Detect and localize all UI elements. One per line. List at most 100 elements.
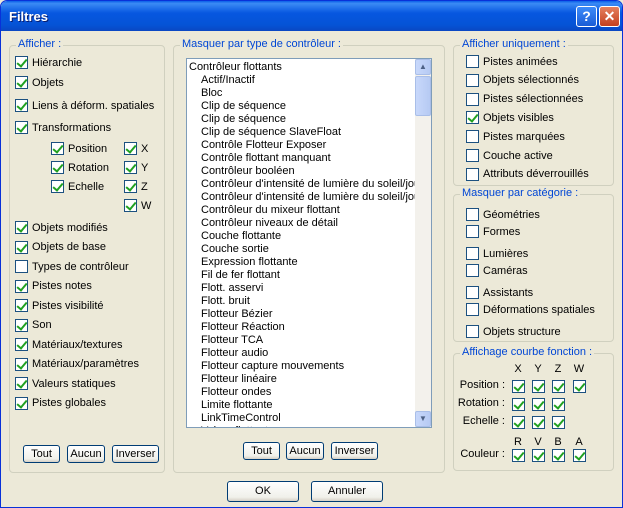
show-only-checkbox[interactable]: Pistes sélectionnées: [466, 92, 583, 107]
axis-checkbox[interactable]: Z: [124, 179, 148, 194]
afficher-checkbox[interactable]: Matériaux/paramètres: [15, 357, 139, 372]
checkbox-icon[interactable]: [466, 111, 479, 125]
controller-type-list[interactable]: Contrôleur flottants Actif/Inactif Bloc Cli…: [186, 58, 432, 428]
color-checkbox[interactable]: [552, 448, 565, 463]
checkbox-icon[interactable]: [532, 416, 545, 429]
checkbox-icon[interactable]: [532, 380, 545, 393]
curve-checkbox[interactable]: [532, 379, 545, 394]
list-item[interactable]: Clip de séquence: [201, 100, 286, 113]
list-item[interactable]: Flotteur TCA: [201, 334, 263, 347]
afficher-checkbox[interactable]: Liens à déform. spatiales: [15, 98, 154, 113]
list-item[interactable]: Contrôleur d'intensité de lumière du sol…: [201, 178, 415, 191]
checkbox-icon[interactable]: [51, 142, 64, 155]
checkbox-icon[interactable]: [512, 398, 525, 411]
checkbox-icon[interactable]: [466, 208, 479, 221]
curve-checkbox[interactable]: [512, 379, 525, 394]
checkbox-icon[interactable]: [124, 180, 137, 193]
checkbox-icon[interactable]: [15, 396, 28, 410]
cancel-button[interactable]: Annuler: [311, 481, 383, 502]
checkbox-icon[interactable]: [466, 325, 479, 338]
category-checkbox[interactable]: Objets structure: [466, 324, 561, 339]
list-item[interactable]: Flotteur ondes: [201, 386, 271, 399]
transform-checkbox[interactable]: Position: [51, 141, 107, 156]
afficher-checkbox[interactable]: Pistes globales: [15, 396, 106, 411]
list-item[interactable]: Fil de fer flottant: [201, 269, 280, 282]
curve-checkbox[interactable]: [512, 415, 525, 430]
show-only-checkbox[interactable]: Pistes marquées: [466, 129, 565, 144]
checkbox-icon[interactable]: [15, 121, 28, 134]
checkbox-icon[interactable]: [532, 398, 545, 411]
afficher-checkbox[interactable]: Types de contrôleur: [15, 259, 129, 274]
checkbox-icon[interactable]: [512, 416, 525, 429]
checkbox-icon[interactable]: [532, 449, 545, 462]
scroll-thumb[interactable]: [415, 76, 431, 116]
afficher-checkbox[interactable]: Valeurs statiques: [15, 376, 116, 391]
checkbox-icon[interactable]: [466, 167, 479, 181]
checkbox-icon[interactable]: [466, 130, 479, 144]
checkbox-icon[interactable]: [124, 199, 137, 212]
checkbox-icon[interactable]: [466, 149, 479, 162]
curve-checkbox[interactable]: [552, 379, 565, 394]
afficher-checkbox[interactable]: Pistes notes: [15, 279, 92, 294]
curve-checkbox[interactable]: [573, 379, 586, 394]
list-item[interactable]: Flotteur Réaction: [201, 321, 285, 334]
category-checkbox[interactable]: Assistants: [466, 285, 533, 300]
axis-checkbox[interactable]: X: [124, 141, 148, 156]
checkbox-icon[interactable]: [124, 142, 137, 155]
type-none-button[interactable]: Aucun: [286, 442, 324, 460]
category-checkbox[interactable]: Caméras: [466, 263, 528, 278]
list-item[interactable]: Expression flottante: [201, 256, 298, 269]
list-item[interactable]: Flotteur linéaire: [201, 373, 277, 386]
transform-checkbox[interactable]: Echelle: [51, 179, 104, 194]
checkbox-icon[interactable]: [15, 221, 28, 234]
list-item[interactable]: Contrôle Flotteur Exposer: [201, 139, 326, 152]
afficher-checkbox[interactable]: Hiérarchie: [15, 55, 82, 70]
list-item[interactable]: Contrôleur niveaux de détail: [201, 217, 338, 230]
checkbox-icon[interactable]: [512, 449, 525, 462]
checkbox-icon[interactable]: [15, 260, 28, 273]
transform-checkbox[interactable]: Rotation: [51, 160, 109, 175]
afficher-invert-button[interactable]: Inverser: [112, 445, 159, 463]
show-only-checkbox[interactable]: Couche active: [466, 148, 553, 163]
list-item[interactable]: Contrôle flottant manquant: [201, 152, 331, 165]
color-checkbox[interactable]: [512, 448, 525, 463]
curve-checkbox[interactable]: [532, 415, 545, 430]
afficher-checkbox[interactable]: Pistes visibilité: [15, 298, 104, 313]
checkbox-icon[interactable]: [51, 180, 64, 193]
checkbox-icon[interactable]: [573, 449, 586, 462]
afficher-checkbox[interactable]: Objets: [15, 75, 64, 90]
list-item[interactable]: Contrôleur booléen: [201, 165, 295, 178]
checkbox-icon[interactable]: [15, 99, 28, 112]
list-item[interactable]: Couche flottante: [201, 230, 281, 243]
type-invert-button[interactable]: Inverser: [331, 442, 378, 460]
list-item[interactable]: Contrôleur d'intensité de lumière du sol…: [201, 191, 415, 204]
afficher-checkbox[interactable]: Matériaux/textures: [15, 337, 122, 352]
list-item[interactable]: Valeur flottante: [201, 425, 274, 427]
checkbox-icon[interactable]: [466, 92, 479, 106]
show-only-checkbox[interactable]: Objets sélectionnés: [466, 73, 579, 88]
list-item[interactable]: Flott. bruit: [201, 295, 250, 308]
checkbox-icon[interactable]: [552, 416, 565, 429]
category-checkbox[interactable]: Géométries: [466, 207, 540, 222]
checkbox-icon[interactable]: [15, 76, 28, 89]
checkbox-icon[interactable]: [552, 380, 565, 393]
list-item[interactable]: Contrôleur du mixeur flottant: [201, 204, 340, 217]
list-item[interactable]: Flotteur audio: [201, 347, 268, 360]
list-item[interactable]: Clip de séquence SlaveFloat: [201, 126, 341, 139]
list-item[interactable]: LinkTimeControl: [201, 412, 281, 425]
list-scrollbar[interactable]: ▲ ▼: [415, 59, 431, 427]
afficher-checkbox[interactable]: Objets modifiés: [15, 220, 108, 235]
scroll-down-icon[interactable]: ▼: [415, 411, 431, 427]
afficher-none-button[interactable]: Aucun: [67, 445, 105, 463]
checkbox-icon[interactable]: [466, 303, 479, 316]
title-bar[interactable]: Filtres ? ✕: [1, 1, 622, 31]
checkbox-icon[interactable]: [15, 299, 28, 312]
checkbox-icon[interactable]: [15, 377, 28, 390]
list-item[interactable]: Contrôleur flottants: [189, 61, 282, 74]
curve-checkbox[interactable]: [552, 415, 565, 430]
afficher-checkbox[interactable]: Son: [15, 318, 52, 333]
show-only-checkbox[interactable]: Attributs déverrouillés: [466, 167, 589, 182]
curve-checkbox[interactable]: [552, 397, 565, 412]
checkbox-icon[interactable]: [466, 73, 479, 87]
list-item[interactable]: Bloc: [201, 87, 222, 100]
